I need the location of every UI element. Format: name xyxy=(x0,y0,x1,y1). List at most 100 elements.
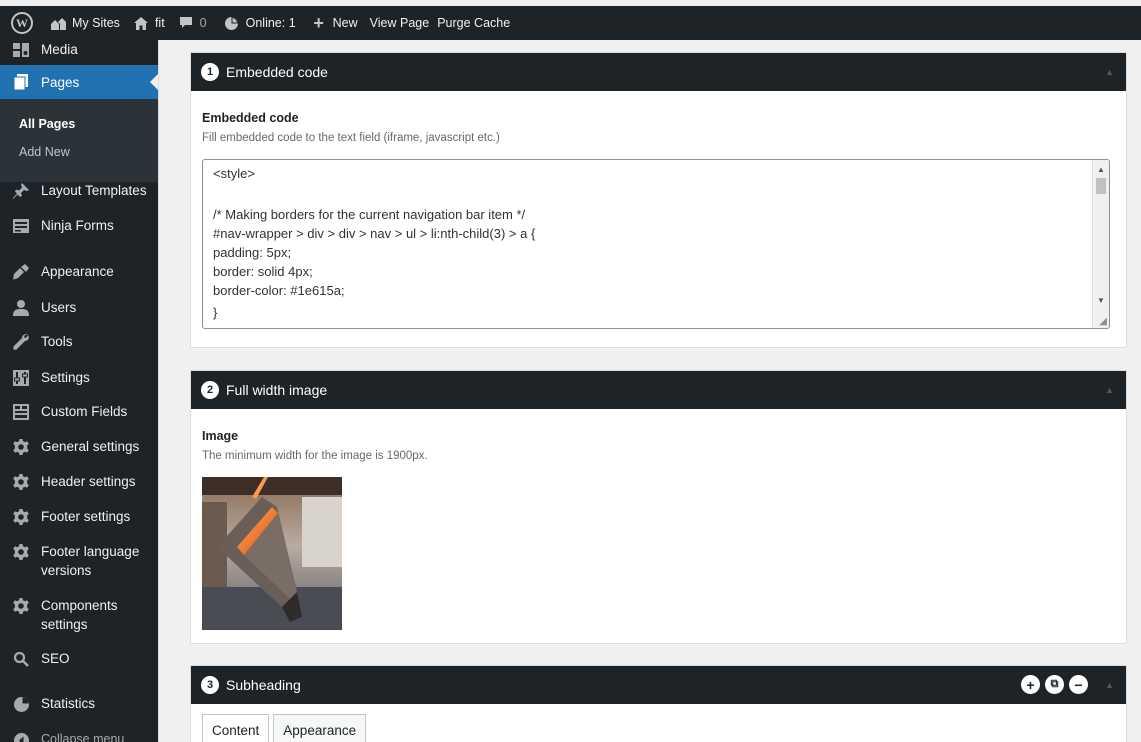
panel-actions: + ⧉ − xyxy=(1021,675,1088,694)
resize-handle-icon[interactable]: ◢ xyxy=(1099,316,1107,327)
sidebar-item-label: Tools xyxy=(41,334,73,349)
sidebar-item-label: Ninja Forms xyxy=(41,218,114,233)
tab-content[interactable]: Content xyxy=(202,714,270,742)
collapse-caret-icon[interactable]: ▲ xyxy=(1105,385,1114,395)
sidebar-item-footer-settings[interactable]: Footer settings xyxy=(0,507,158,527)
wordpress-logo-menu[interactable]: W xyxy=(0,6,43,40)
gear-icon xyxy=(10,472,32,492)
brush-icon xyxy=(10,262,32,282)
purge-cache-link[interactable]: Purge Cache xyxy=(435,6,516,40)
pages-icon xyxy=(10,72,32,92)
settings-icon xyxy=(10,368,32,388)
pie-chart-icon xyxy=(10,694,32,714)
online-users-menu[interactable]: Online: 1 xyxy=(213,6,302,40)
sidebar-item-settings[interactable]: Settings xyxy=(0,368,158,388)
sidebar-item-footer-language-versions[interactable]: Footer language versions xyxy=(0,542,158,580)
scrollbar-thumb[interactable] xyxy=(1096,178,1106,194)
scroll-up-arrow-icon[interactable]: ▲ xyxy=(1093,161,1109,177)
comment-icon xyxy=(177,14,195,32)
duplicate-block-icon[interactable]: ⧉ xyxy=(1045,675,1064,694)
collapse-caret-icon[interactable]: ▲ xyxy=(1105,67,1114,77)
submenu-all-pages[interactable]: All Pages xyxy=(19,117,75,131)
field-description: The minimum width for the image is 1900p… xyxy=(202,450,428,462)
site-name-menu[interactable]: fit xyxy=(126,6,171,40)
sidebar-item-custom-fields[interactable]: Custom Fields xyxy=(0,402,158,422)
textarea-scrollbar[interactable]: ▲ ▼ xyxy=(1092,160,1109,328)
admin-bar: W My Sites fit 0 Online: 1 + New View Pa… xyxy=(0,6,1141,40)
admin-sidebar: Media Pages All Pages Add New Layout Tem… xyxy=(0,40,158,742)
code-line: #nav-wrapper > div > div > nav > ul > li… xyxy=(213,226,536,241)
my-sites-menu[interactable]: My Sites xyxy=(43,6,126,40)
embedded-code-panel-header[interactable]: 1 Embedded code ▲ xyxy=(191,53,1126,91)
full-width-image-panel-body: Image The minimum width for the image is… xyxy=(191,409,1126,630)
code-line: /* Making borders for the current naviga… xyxy=(213,207,526,222)
sidebar-item-media[interactable]: Media xyxy=(0,40,158,60)
field-label: Embedded code xyxy=(202,111,299,125)
panel-number-badge: 2 xyxy=(201,381,219,399)
gear-icon xyxy=(10,596,32,616)
full-width-image-panel-header[interactable]: 2 Full width image ▲ xyxy=(191,371,1126,409)
subheading-panel-body: Content Appearance xyxy=(191,704,1126,742)
panel-title: Subheading xyxy=(226,677,301,693)
fields-icon xyxy=(10,402,32,422)
collapse-caret-icon[interactable]: ▲ xyxy=(1105,680,1114,690)
subheading-tabs: Content Appearance xyxy=(202,714,1115,742)
sidebar-item-tools[interactable]: Tools xyxy=(0,332,158,352)
sidebar-item-label: Media xyxy=(41,42,78,57)
add-block-icon[interactable]: + xyxy=(1021,675,1040,694)
sidebar-item-label: Footer settings xyxy=(41,509,131,524)
forms-icon xyxy=(10,216,32,236)
submenu-add-new[interactable]: Add New xyxy=(19,145,70,159)
new-content-menu[interactable]: + New xyxy=(302,6,364,40)
sidebar-item-header-settings[interactable]: Header settings xyxy=(0,472,158,492)
sidebar-item-users[interactable]: Users xyxy=(0,298,158,318)
main-content: 1 Embedded code ▲ Embedded code Fill emb… xyxy=(158,40,1141,742)
online-users-label: Online: 1 xyxy=(245,16,296,30)
embedded-code-panel: 1 Embedded code ▲ Embedded code Fill emb… xyxy=(190,52,1127,348)
sidebar-item-label: SEO xyxy=(41,651,70,666)
view-page-link[interactable]: View Page xyxy=(364,6,436,40)
comments-menu[interactable]: 0 xyxy=(171,6,213,40)
scroll-down-arrow-icon[interactable]: ▼ xyxy=(1093,292,1109,308)
sidebar-item-pages[interactable]: Pages xyxy=(0,65,158,99)
wordpress-logo-icon: W xyxy=(11,12,33,34)
sidebar-item-seo[interactable]: SEO xyxy=(0,649,158,669)
panel-number-badge: 1 xyxy=(201,63,219,81)
subheading-panel-header[interactable]: 3 Subheading + ⧉ − ▲ xyxy=(191,666,1126,704)
plus-icon: + xyxy=(313,12,324,33)
sidebar-item-components-settings[interactable]: Components settings xyxy=(0,596,158,634)
media-icon xyxy=(10,40,32,60)
sidebar-item-general-settings[interactable]: General settings xyxy=(0,437,158,457)
comments-count: 0 xyxy=(199,16,207,30)
purge-cache-label: Purge Cache xyxy=(437,16,511,30)
remove-block-icon[interactable]: − xyxy=(1069,675,1088,694)
pin-icon xyxy=(10,181,32,201)
sidebar-item-statistics[interactable]: Statistics xyxy=(0,694,158,714)
pages-submenu: All Pages Add New xyxy=(0,99,158,182)
collapse-menu-button[interactable]: Collapse menu xyxy=(0,730,158,742)
sidebar-item-label: Statistics xyxy=(41,696,96,711)
sidebar-item-layout-templates[interactable]: Layout Templates xyxy=(0,181,158,201)
sidebar-item-label: Components settings xyxy=(41,598,118,632)
tab-appearance[interactable]: Appearance xyxy=(273,714,367,742)
sidebar-item-label: Footer language versions xyxy=(41,544,140,578)
image-thumbnail[interactable] xyxy=(202,477,342,630)
panel-title: Embedded code xyxy=(226,64,328,80)
full-width-image-panel: 2 Full width image ▲ Image The minimum w… xyxy=(190,370,1127,644)
sidebar-item-label: Layout Templates xyxy=(41,183,147,198)
sidebar-item-ninja-forms[interactable]: Ninja Forms xyxy=(0,216,158,236)
embedded-code-textarea[interactable]: <style> /* Making borders for the curren… xyxy=(202,159,1110,329)
panel-number-badge: 3 xyxy=(201,676,219,694)
sidebar-item-label: Collapse menu xyxy=(41,732,125,742)
subheading-panel: 3 Subheading + ⧉ − ▲ Content Appearance xyxy=(190,665,1127,742)
site-name-label: fit xyxy=(154,16,165,30)
embedded-code-panel-body: Embedded code Fill embedded code to the … xyxy=(191,91,1126,329)
gear-icon xyxy=(10,437,32,457)
wrench-icon xyxy=(10,332,32,352)
sidebar-item-label: Header settings xyxy=(41,474,136,489)
pie-chart-icon xyxy=(223,14,241,32)
sidebar-item-label: Users xyxy=(41,300,77,315)
search-icon xyxy=(10,649,32,669)
sidebar-item-appearance[interactable]: Appearance xyxy=(0,262,158,282)
code-line: border-color: #1e615a; xyxy=(213,283,345,298)
